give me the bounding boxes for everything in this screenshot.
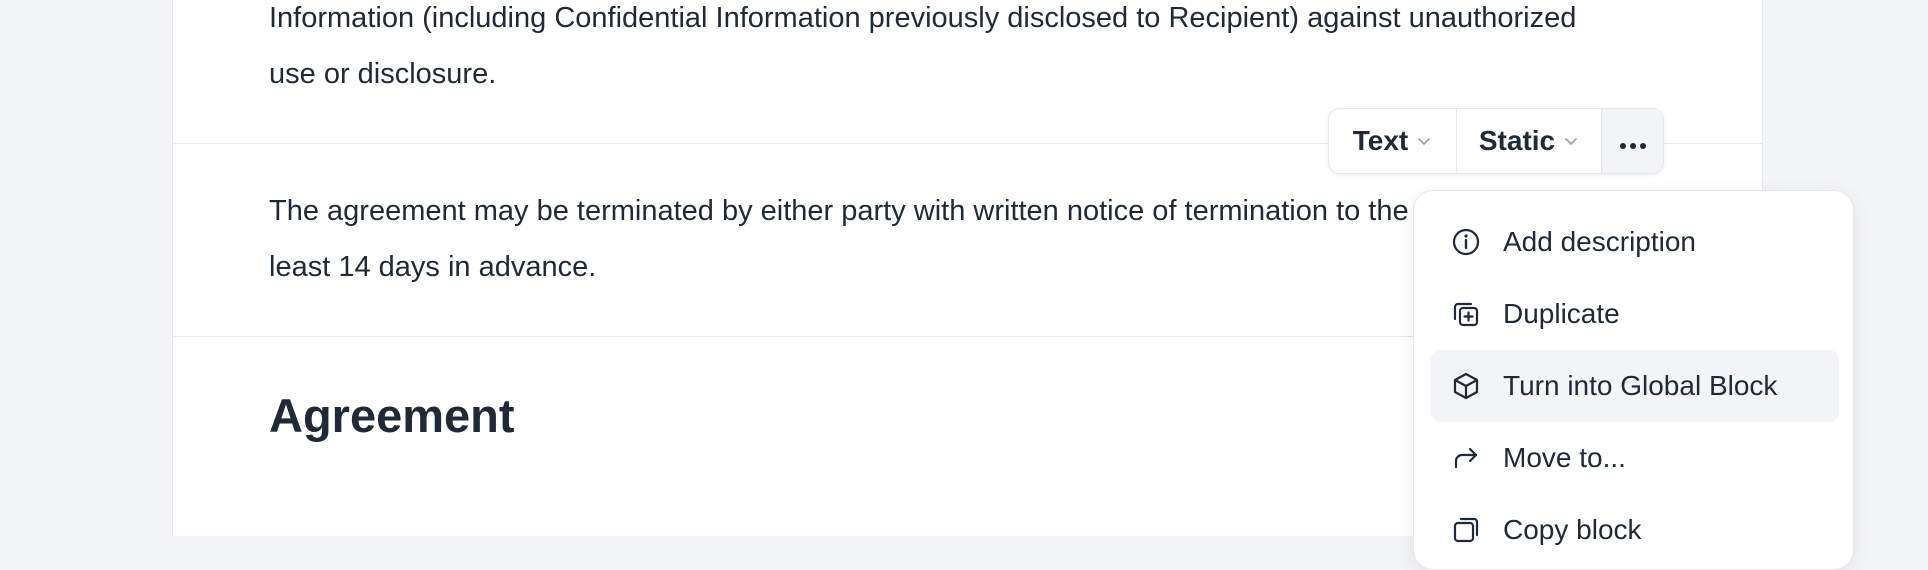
section-heading: Agreement <box>269 389 515 442</box>
forward-arrow-icon <box>1449 441 1483 475</box>
chevron-down-icon <box>1416 133 1432 149</box>
block-toolbar: Text Static <box>1328 108 1664 174</box>
info-icon <box>1449 225 1483 259</box>
menu-item-turn-into-global-block[interactable]: Turn into Global Block <box>1431 350 1839 422</box>
menu-item-duplicate[interactable]: Duplicate <box>1431 278 1839 350</box>
block-text: The agreement may be terminated by eithe… <box>269 195 1588 283</box>
block-text: Information (including Confidential Info… <box>269 2 1577 90</box>
menu-item-label: Duplicate <box>1503 298 1620 329</box>
menu-item-label: Add description <box>1503 226 1697 257</box>
menu-item-add-description[interactable]: Add description <box>1431 206 1839 278</box>
menu-item-label: Turn into Global Block <box>1503 370 1778 401</box>
block-type-label: Text <box>1352 125 1409 156</box>
more-options-button[interactable] <box>1602 109 1663 173</box>
block-type-dropdown[interactable]: Text <box>1329 109 1457 173</box>
menu-item-label: Move to... <box>1503 442 1626 473</box>
menu-item-move-to[interactable]: Move to... <box>1431 422 1839 494</box>
block-mode-dropdown[interactable]: Static <box>1457 109 1602 173</box>
duplicate-icon <box>1449 297 1483 331</box>
copy-icon <box>1449 513 1483 547</box>
chevron-down-icon <box>1563 133 1579 149</box>
menu-item-copy-block[interactable]: Copy block <box>1431 494 1839 566</box>
block-options-menu: Add description Duplicate Turn into Glob… <box>1413 190 1854 570</box>
cube-icon <box>1449 369 1483 403</box>
menu-item-label: Copy block <box>1503 514 1642 545</box>
ellipsis-icon <box>1619 125 1647 157</box>
block-mode-label: Static <box>1478 125 1556 156</box>
